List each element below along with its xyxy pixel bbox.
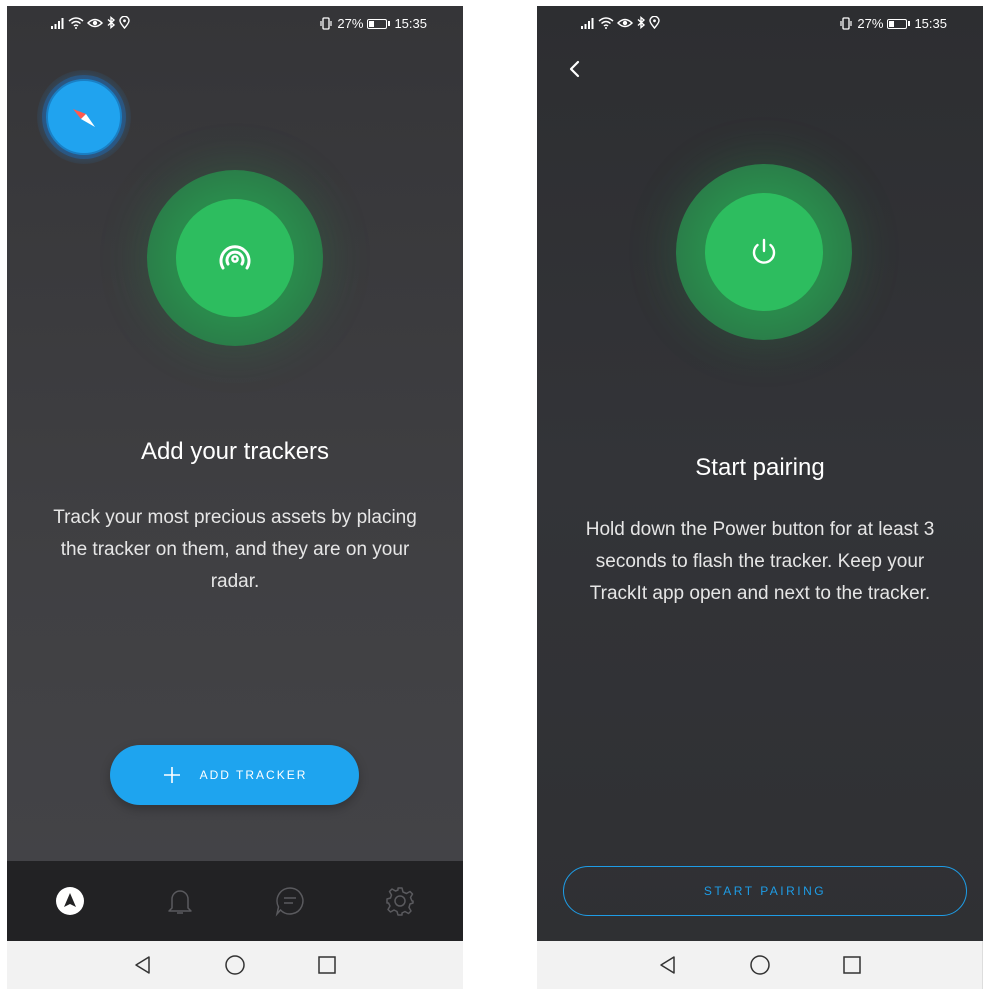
system-nav-bar: [7, 941, 463, 989]
eye-icon: [617, 17, 633, 29]
phone-screen-add-trackers: 27% 15:35 Add your trackers Track your m…: [7, 6, 463, 989]
battery-percent: 27%: [857, 16, 884, 31]
chevron-left-icon: [569, 60, 580, 78]
signal-icon: [51, 17, 65, 29]
gear-icon: [386, 887, 414, 916]
description-text: Hold down the Power button for at least …: [585, 519, 935, 604]
back-button[interactable]: [565, 58, 585, 80]
nav-home-button[interactable]: [748, 953, 772, 977]
status-icons-right: 27% 15:35: [319, 16, 427, 31]
circle-home-icon: [225, 955, 245, 975]
square-recents-icon: [842, 956, 861, 974]
tab-radar[interactable]: [48, 879, 92, 923]
clock: 15:35: [394, 16, 427, 31]
add-tracker-button[interactable]: ADD TRACKER: [110, 745, 359, 805]
square-recents-icon: [318, 956, 336, 974]
system-nav-bar: [537, 941, 983, 989]
battery-icon: [887, 18, 908, 29]
nav-home-button[interactable]: [223, 953, 247, 977]
clock: 15:35: [914, 16, 947, 31]
triangle-back-icon: [659, 956, 675, 974]
bell-icon: [168, 890, 192, 914]
status-icons-left: [51, 16, 130, 29]
battery-icon: [367, 18, 388, 29]
tracker-hero: [147, 170, 323, 346]
vibrate-icon: [319, 17, 333, 30]
power-icon: [752, 238, 776, 264]
triangle-back-icon: [135, 956, 150, 974]
vibrate-icon: [839, 17, 853, 30]
navigation-icon: [56, 887, 84, 915]
description-text: Track your most precious assets by placi…: [53, 507, 417, 592]
page-title: Add your trackers: [140, 438, 330, 465]
location-icon: [119, 16, 130, 29]
power-hero: [676, 164, 852, 340]
start-pairing-button[interactable]: START PAIRING: [563, 866, 967, 916]
status-bar: 27% 15:35: [7, 6, 463, 44]
signal-icon: [581, 17, 595, 29]
plus-icon: [163, 767, 180, 783]
chat-icon: [275, 887, 304, 917]
battery-percent: 27%: [337, 16, 364, 31]
bottom-tab-bar: [7, 861, 463, 941]
add-tracker-label: ADD TRACKER: [199, 768, 308, 782]
status-bar: 27% 15:35: [537, 6, 983, 44]
status-icons-left: [581, 16, 660, 29]
status-icons-right: 27% 15:35: [839, 16, 947, 31]
nav-back-button[interactable]: [656, 953, 680, 977]
bluetooth-icon: [636, 16, 646, 29]
tab-messages[interactable]: [268, 879, 312, 923]
wifi-icon: [68, 16, 84, 29]
nav-recents-button[interactable]: [315, 953, 339, 977]
tab-settings[interactable]: [378, 879, 422, 923]
bluetooth-icon: [106, 16, 116, 29]
compass-button[interactable]: [37, 70, 131, 164]
eye-icon: [87, 17, 103, 29]
location-icon: [649, 16, 660, 29]
nav-back-button[interactable]: [131, 953, 155, 977]
compass-icon: [73, 109, 95, 127]
wifi-icon: [598, 16, 614, 29]
circle-home-icon: [749, 955, 770, 975]
radar-icon: [219, 245, 251, 270]
tab-notifications[interactable]: [158, 879, 202, 923]
phone-screen-start-pairing: 27% 15:35 Start pairing Hold down the Po…: [537, 6, 983, 989]
page-title: Start pairing: [695, 454, 825, 481]
screen-background: 27% 15:35 Start pairing Hold down the Po…: [537, 6, 983, 941]
start-pairing-label: START PAIRING: [703, 884, 827, 898]
nav-recents-button[interactable]: [840, 953, 864, 977]
screen-background: 27% 15:35 Add your trackers Track your m…: [7, 6, 463, 941]
